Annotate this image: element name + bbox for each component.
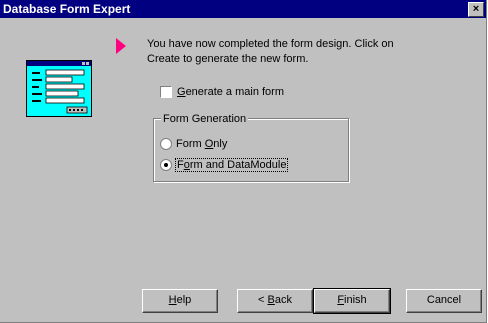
finish-button[interactable]: Finish: [313, 288, 391, 314]
form-generation-label: Form Generation: [161, 113, 249, 125]
radio-label: Form Only: [176, 138, 228, 150]
radio-form-only[interactable]: Form Only: [160, 137, 227, 151]
close-icon: ×: [472, 3, 480, 15]
back-button[interactable]: < Back: [237, 289, 313, 313]
cancel-button[interactable]: Cancel: [406, 289, 482, 313]
title-bar[interactable]: Database Form Expert ×: [0, 0, 486, 18]
dialog-window: Database Form Expert × You have now comp…: [0, 0, 487, 323]
radio-label: Form and DataModule: [174, 158, 289, 172]
checkbox-box[interactable]: [160, 86, 172, 99]
close-button[interactable]: ×: [468, 2, 484, 17]
checkbox-label: Generate a main form: [177, 86, 284, 98]
radio-circle-selected[interactable]: [160, 159, 172, 172]
help-button[interactable]: Help: [142, 289, 218, 313]
radio-form-and-datamodule[interactable]: Form and DataModule: [160, 158, 289, 172]
window-title: Database Form Expert: [3, 2, 131, 16]
form-window-illustration: [26, 60, 92, 117]
radio-circle[interactable]: [160, 138, 172, 151]
pointer-arrow-icon: [116, 38, 126, 54]
generate-main-form-checkbox[interactable]: Generate a main form: [160, 86, 284, 100]
instructions-text: You have now completed the form design. …: [147, 38, 394, 65]
